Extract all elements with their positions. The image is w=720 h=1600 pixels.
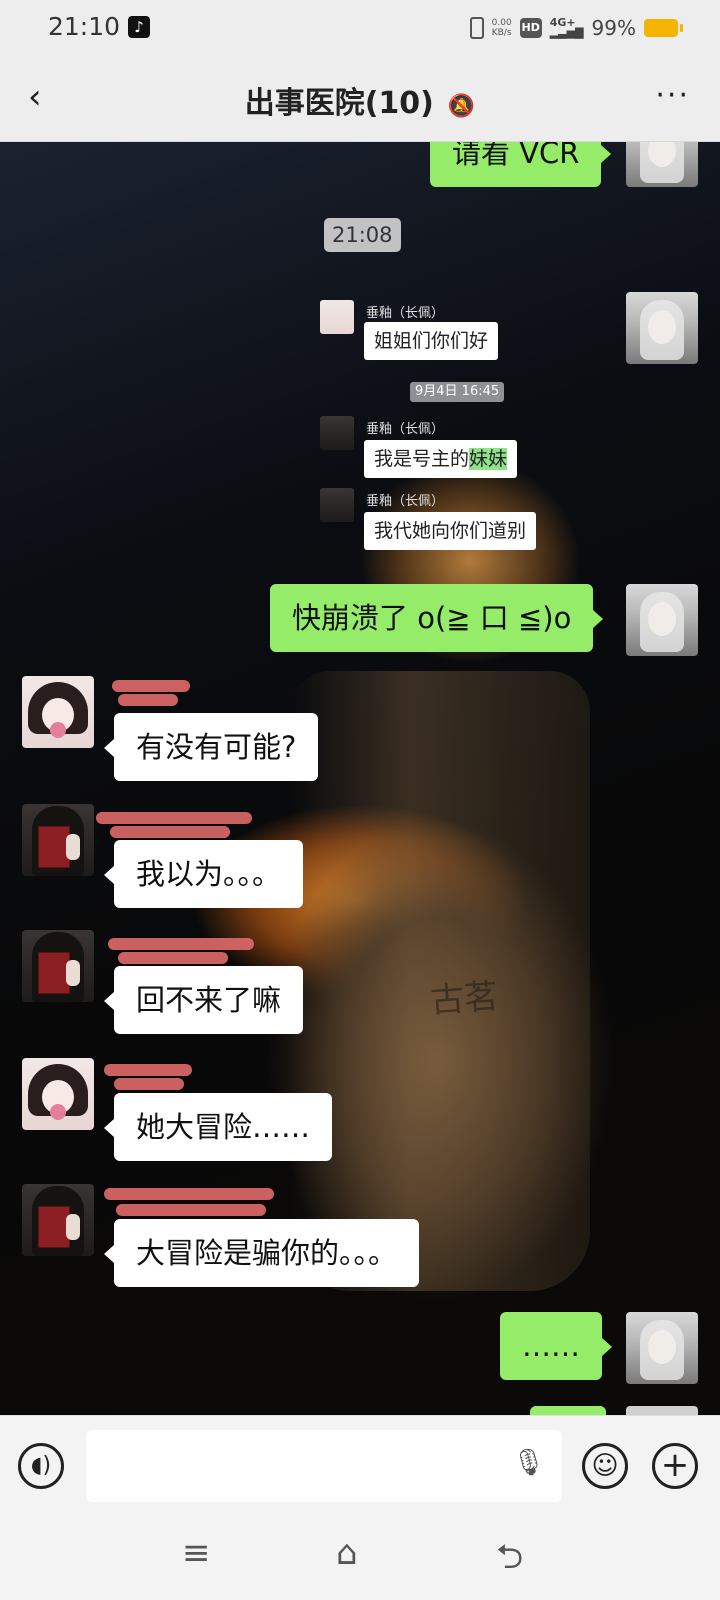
screenshot-avatar <box>320 300 354 334</box>
screenshot-message: 我是号主的妹妹 <box>364 440 518 478</box>
screenshot-avatar <box>320 488 354 522</box>
redacted-name <box>110 826 230 838</box>
message-bubble-incoming[interactable]: 有没有可能? <box>103 713 319 781</box>
avatar-member[interactable] <box>22 676 94 748</box>
avatar-member[interactable] <box>22 1184 94 1256</box>
message-bubble-outgoing[interactable]: 快崩溃了 o(≧ 口 ≦)o <box>270 584 604 652</box>
screenshot-sender: 垂釉（长佩） <box>366 306 445 321</box>
redacted-name <box>104 1188 274 1200</box>
redacted-name <box>104 1064 192 1076</box>
screenshot-message: 我代她向你们道别 <box>364 512 537 550</box>
message-bubble-outgoing[interactable]: …… <box>500 1312 612 1380</box>
status-bar: 21:10 ♪ 0.00 KB/s HD 4G+ ▂▃▅▇ 99% <box>0 0 720 56</box>
redacted-name <box>114 1078 184 1090</box>
status-time: 21:10 <box>48 12 121 41</box>
redacted-name <box>112 680 190 692</box>
hd-icon: HD <box>519 18 542 38</box>
battery-icon <box>644 19 683 37</box>
background-cup-brand: 古茗 <box>428 976 500 1022</box>
avatar-member[interactable] <box>22 930 94 1002</box>
home-icon[interactable]: ⌂ <box>336 1533 358 1573</box>
forwarded-screenshot-image[interactable]: 垂釉（长佩） 姐姐们你们好 9月4日 16:45 垂釉（长佩） 我是号主的妹妹 … <box>314 290 554 558</box>
screenshot-message: 姐姐们你们好 <box>364 322 499 360</box>
emoji-icon[interactable]: ☺ <box>582 1443 628 1489</box>
screenshot-sender: 垂釉（长佩） <box>366 494 445 509</box>
avatar-member[interactable] <box>22 804 94 876</box>
redacted-name <box>116 1204 266 1216</box>
redacted-name <box>118 952 228 964</box>
avatar-member[interactable] <box>22 1058 94 1130</box>
system-nav-bar: ≡ ⌂ ⮌ <box>0 1515 720 1600</box>
signal-icon: 4G+ ▂▃▅▇ <box>549 16 584 39</box>
redacted-name <box>96 812 252 824</box>
message-bubble-incoming[interactable]: 我以为。。。 <box>103 840 304 908</box>
muted-bell-icon: 🔕 <box>447 94 476 119</box>
screenshot-sender: 垂釉（长佩） <box>366 422 445 437</box>
voice-icon[interactable]: ◖) <box>18 1443 64 1489</box>
message-bubble-incoming[interactable]: 她大冒险…… <box>103 1093 333 1161</box>
chat-title[interactable]: 出事医院(10)🔕 <box>0 78 720 122</box>
avatar-self[interactable] <box>626 1312 698 1384</box>
redacted-name <box>118 694 178 706</box>
message-bubble-incoming[interactable]: 回不来了嘛 <box>103 966 304 1034</box>
input-bar: ◖) 🎙 ☺ + <box>0 1415 720 1516</box>
plus-icon[interactable]: + <box>652 1443 698 1489</box>
back-icon[interactable]: ⮌ <box>496 1533 523 1590</box>
timestamp: 21:08 <box>324 218 401 252</box>
avatar-self[interactable] <box>626 292 698 364</box>
screenshot-time: 9月4日 16:45 <box>410 382 505 402</box>
redacted-name <box>108 938 254 950</box>
more-options-icon[interactable]: ··· <box>655 78 690 113</box>
menu-icon[interactable]: ≡ <box>182 1533 211 1573</box>
battery-percent: 99% <box>591 16 636 40</box>
network-speed: 0.00 KB/s <box>491 18 512 38</box>
tiktok-icon: ♪ <box>128 16 150 38</box>
microphone-icon[interactable]: 🎙 <box>512 1448 545 1478</box>
screenshot-avatar <box>320 416 354 450</box>
message-input[interactable] <box>86 1430 562 1502</box>
vibrate-icon <box>469 17 484 39</box>
avatar-self[interactable] <box>626 584 698 656</box>
status-icons: 0.00 KB/s HD 4G+ ▂▃▅▇ 99% <box>469 14 683 42</box>
message-bubble-incoming[interactable]: 大冒险是骗你的。。。 <box>103 1219 420 1287</box>
